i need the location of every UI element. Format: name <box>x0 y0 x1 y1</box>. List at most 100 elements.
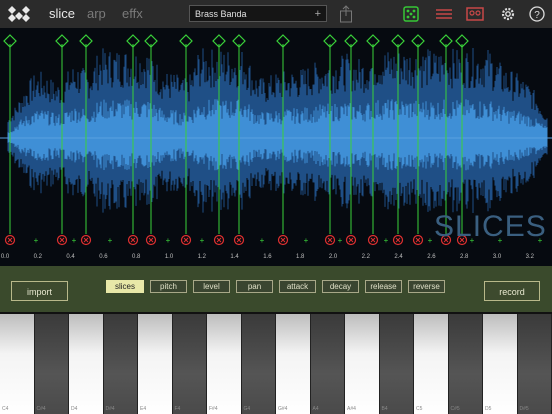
tab-slice[interactable]: slice <box>49 6 75 21</box>
record-button[interactable]: record <box>484 281 540 301</box>
time-tick-label: 1.0 <box>164 254 174 260</box>
piano-key-label: C#5 <box>450 406 460 412</box>
time-tick-label: 2.8 <box>460 254 469 260</box>
time-tick-label: 0.8 <box>132 254 141 260</box>
preset-selector[interactable]: Brass Banda + <box>189 5 327 22</box>
time-tick-label: 3.2 <box>525 254 534 260</box>
piano-key-label: F#4 <box>209 406 218 412</box>
time-tick-label: 0.0 <box>0 254 10 260</box>
time-tick-label: 3.0 <box>492 254 502 260</box>
piano-key[interactable]: A#4 <box>345 314 380 414</box>
tape-icon[interactable] <box>466 5 484 23</box>
piano-key[interactable]: F4 <box>172 314 207 414</box>
help-icon[interactable]: ? <box>529 5 545 23</box>
slice-delete-icon[interactable] <box>4 234 16 246</box>
time-tick-label: 2.4 <box>394 254 403 260</box>
piano-key-label: C#4 <box>36 406 46 412</box>
piano-key-label: C5 <box>416 406 423 412</box>
piano-key-label: D5 <box>485 406 492 412</box>
slice-delete-icon[interactable] <box>127 234 139 246</box>
slice-delete-icon[interactable] <box>233 234 245 246</box>
piano-key[interactable]: C4 <box>0 314 35 414</box>
piano-key[interactable]: B4 <box>379 314 414 414</box>
preset-name: Brass Banda <box>195 9 247 19</box>
add-slice-icon[interactable]: + <box>304 236 309 245</box>
time-tick-label: 0.6 <box>99 254 108 260</box>
add-slice-icon[interactable]: + <box>260 236 265 245</box>
piano-key-label: C4 <box>2 406 9 412</box>
slice-delete-icon[interactable] <box>412 234 424 246</box>
param-decay-button[interactable]: decay <box>322 280 359 293</box>
time-tick-label: 2.0 <box>328 254 338 260</box>
param-pan-button[interactable]: pan <box>236 280 273 293</box>
slice-delete-icon[interactable] <box>345 234 357 246</box>
slice-delete-icon[interactable] <box>392 234 404 246</box>
slice-delete-icon[interactable] <box>56 234 68 246</box>
param-level-button[interactable]: level <box>193 280 230 293</box>
time-tick-label: 1.6 <box>263 254 272 260</box>
slice-delete-icon[interactable] <box>324 234 336 246</box>
piano-keyboard[interactable]: C4 C#4 D4 D#4 E4 F4 F#4 G4 G#4 A4 A#4 B4 C5 C#5 D5 D#5 <box>0 312 552 414</box>
slice-delete-icon[interactable] <box>213 234 225 246</box>
piano-key[interactable]: F#4 <box>207 314 242 414</box>
time-tick-label: 1.8 <box>296 254 305 260</box>
param-slices-button[interactable]: slices <box>106 280 144 293</box>
slice-delete-icon[interactable] <box>277 234 289 246</box>
param-attack-button[interactable]: attack <box>279 280 316 293</box>
dice-icon[interactable] <box>403 5 419 23</box>
share-icon[interactable] <box>339 5 353 23</box>
add-preset-button[interactable]: + <box>315 6 321 23</box>
piano-key[interactable]: D#5 <box>517 314 552 414</box>
piano-key-label: G4 <box>243 406 251 412</box>
piano-key[interactable]: A4 <box>310 314 345 414</box>
slice-delete-icon[interactable] <box>367 234 379 246</box>
param-release-button[interactable]: release <box>365 280 402 293</box>
add-slice-icon[interactable]: + <box>428 236 433 245</box>
piano-key-label: D#5 <box>519 406 529 412</box>
param-reverse-button[interactable]: reverse <box>408 280 445 293</box>
piano-key[interactable]: C5 <box>414 314 449 414</box>
piano-key-label: A4 <box>312 406 319 412</box>
tab-arp[interactable]: arp <box>87 6 106 21</box>
slice-delete-icon[interactable] <box>180 234 192 246</box>
slice-delete-icon[interactable] <box>145 234 157 246</box>
piano-key[interactable]: E4 <box>138 314 173 414</box>
piano-key[interactable]: G4 <box>241 314 276 414</box>
logo-diamonds-icon[interactable] <box>6 4 32 24</box>
piano-key[interactable]: C#5 <box>448 314 483 414</box>
piano-key-label: E4 <box>140 406 147 412</box>
piano-key[interactable]: D4 <box>69 314 104 414</box>
waveform-area[interactable]: + + + + + + + + + + + + + SLICES 0.0 0.2 0.4 0.6 0.8 1.0 1… <box>0 28 552 266</box>
piano-key[interactable]: C#4 <box>34 314 69 414</box>
piano-key-label: A#4 <box>347 406 356 412</box>
slices-overlay-label: SLICES <box>434 210 547 243</box>
control-strip: import slices pitch level pan attack dec… <box>0 266 552 312</box>
svg-text:?: ? <box>534 10 540 21</box>
add-slice-icon[interactable]: + <box>34 236 39 245</box>
add-slice-icon[interactable]: + <box>384 236 389 245</box>
add-slice-icon[interactable]: + <box>200 236 205 245</box>
time-tick-label: 1.4 <box>230 254 239 260</box>
piano-key[interactable]: G#4 <box>276 314 311 414</box>
time-tick-label: 2.6 <box>427 254 436 260</box>
top-bar: slice arp effx Brass Banda + ? <box>0 0 552 29</box>
add-slice-icon[interactable]: + <box>108 236 113 245</box>
list-icon[interactable] <box>435 5 453 23</box>
gear-icon[interactable] <box>500 5 516 23</box>
add-slice-icon[interactable]: + <box>166 236 171 245</box>
piano-key-label: D#4 <box>105 406 115 412</box>
piano-key-label: F4 <box>174 406 181 412</box>
piano-key-label: D4 <box>71 406 78 412</box>
time-tick-label: 0.4 <box>66 254 75 260</box>
time-tick-label: 2.2 <box>361 254 370 260</box>
slice-delete-icon[interactable] <box>80 234 92 246</box>
add-slice-icon[interactable]: + <box>338 236 343 245</box>
piano-key[interactable]: D#4 <box>103 314 138 414</box>
import-button[interactable]: import <box>11 281 68 301</box>
param-pitch-button[interactable]: pitch <box>150 280 187 293</box>
time-tick-label: 1.2 <box>197 254 206 260</box>
piano-key-label: G#4 <box>278 406 288 412</box>
piano-key[interactable]: D5 <box>483 314 518 414</box>
tab-effx[interactable]: effx <box>122 6 143 21</box>
add-slice-icon[interactable]: + <box>72 236 77 245</box>
